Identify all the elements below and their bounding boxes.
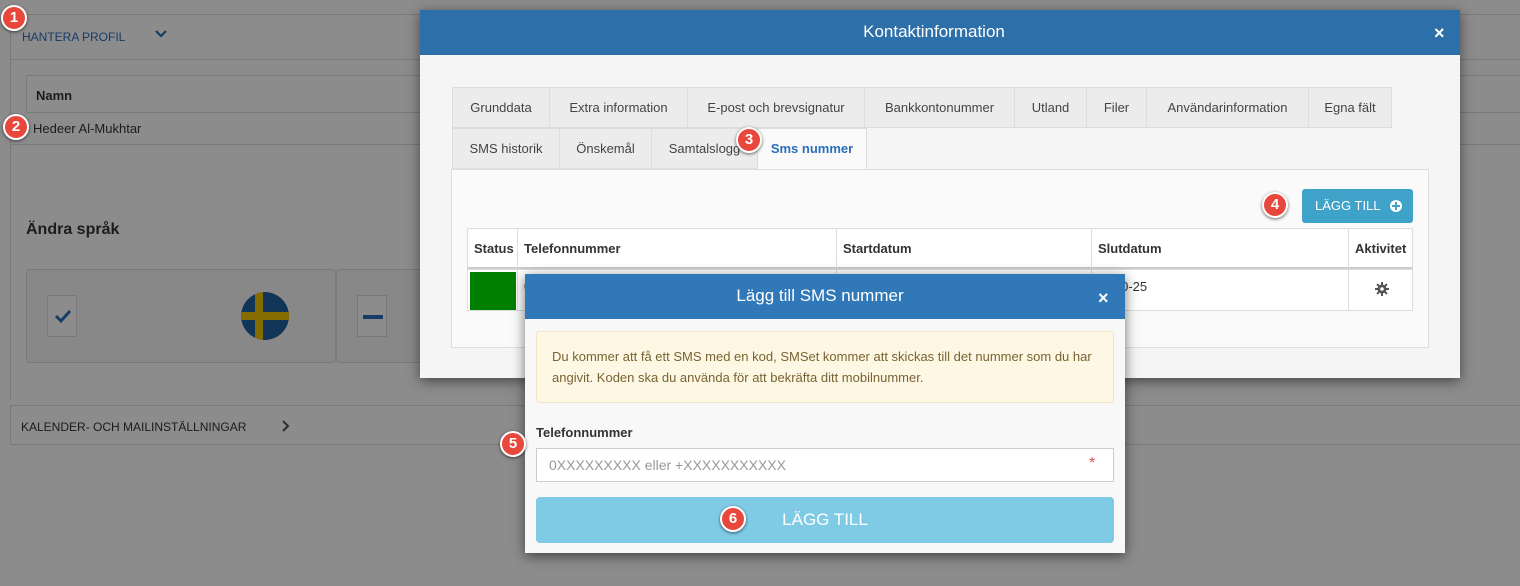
tab-email-signature[interactable]: E-post och brevsignatur [687, 87, 865, 128]
activity-cell [1348, 269, 1413, 311]
add-button-label: LÄGG TILL [1315, 198, 1381, 213]
plus-circle-icon [1390, 200, 1402, 212]
column-header-activity: Aktivitet [1348, 228, 1413, 269]
sms-info-alert: Du kommer att få ett SMS med en kod, SMS… [536, 331, 1114, 403]
column-header-start: Startdatum [836, 228, 1092, 269]
tab-user-information[interactable]: Användarinformation [1146, 87, 1309, 128]
required-indicator: * [1089, 455, 1096, 472]
tab-wishes[interactable]: Önskemål [559, 128, 652, 169]
tab-grunddata[interactable]: Grunddata [452, 87, 550, 128]
step-marker-3: 3 [736, 127, 762, 153]
close-icon[interactable]: × [1098, 289, 1109, 307]
column-header-end: Slutdatum [1091, 228, 1349, 269]
column-header-status: Status [467, 228, 518, 269]
phone-field-label: Telefonnummer [536, 425, 633, 440]
add-sms-number-modal: Lägg till SMS nummer × Du kommer att få … [525, 274, 1125, 553]
sms-modal-title: Lägg till SMS nummer [736, 286, 904, 305]
step-marker-2: 2 [3, 114, 29, 140]
gear-icon[interactable] [1375, 282, 1389, 296]
step-marker-4: 4 [1262, 192, 1288, 218]
step-marker-6: 6 [720, 506, 746, 532]
tab-sms-numbers[interactable]: Sms nummer [757, 128, 867, 169]
tab-sms-history[interactable]: SMS historik [452, 128, 560, 169]
submit-add-button[interactable]: LÄGG TILL [536, 497, 1114, 543]
tab-filer[interactable]: Filer [1086, 87, 1147, 128]
phone-number-input[interactable] [536, 448, 1114, 482]
contact-modal-title: Kontaktinformation [863, 22, 1005, 41]
sms-modal-header: Lägg till SMS nummer × [525, 274, 1125, 319]
contact-modal-header: Kontaktinformation × [420, 10, 1460, 55]
column-header-phone: Telefonnummer [517, 228, 837, 269]
add-sms-number-button[interactable]: LÄGG TILL [1302, 189, 1413, 223]
close-icon[interactable]: × [1434, 24, 1445, 42]
tab-extra-information[interactable]: Extra information [549, 87, 688, 128]
tab-utland[interactable]: Utland [1014, 87, 1087, 128]
step-marker-1: 1 [1, 5, 27, 31]
step-marker-5: 5 [500, 431, 526, 457]
status-active-indicator [470, 272, 516, 310]
tab-bank-account[interactable]: Bankkontonummer [864, 87, 1015, 128]
tab-custom-fields[interactable]: Egna fält [1308, 87, 1392, 128]
end-date-cell: -3-10-25 [1091, 269, 1349, 311]
status-cell [467, 269, 518, 311]
